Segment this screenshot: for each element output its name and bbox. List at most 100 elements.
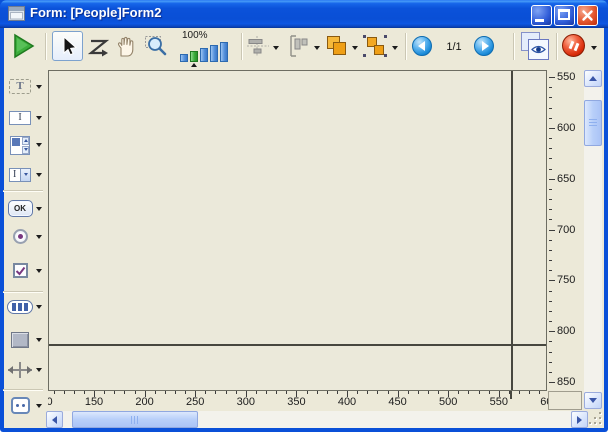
- form-canvas[interactable]: [48, 70, 547, 391]
- plugin-area-tool[interactable]: [5, 396, 42, 415]
- play-icon: [12, 33, 36, 59]
- ruler-tick: [549, 301, 552, 302]
- ruler-tick: [549, 209, 552, 210]
- form-bottom-boundary[interactable]: [49, 344, 546, 346]
- static-text-dropdown-arrow-icon[interactable]: [36, 85, 42, 89]
- color-menu[interactable]: [562, 34, 585, 57]
- red-sphere-icon: [574, 43, 580, 52]
- scroll-down-arrow-icon: [589, 398, 597, 403]
- combo-box-tool[interactable]: I: [5, 167, 42, 182]
- ruler-label: 200: [135, 396, 153, 408]
- next-page-button[interactable]: [474, 36, 494, 56]
- ruler-tick: [256, 391, 257, 394]
- ruler-tick: [74, 391, 75, 394]
- select-tool[interactable]: [52, 31, 83, 61]
- form-right-boundary[interactable]: [511, 71, 513, 390]
- static-text-tool[interactable]: T: [5, 78, 42, 95]
- vertical-scrollbar-thumb[interactable]: [584, 100, 602, 146]
- radio-button-tool[interactable]: [5, 228, 42, 245]
- scroll-down-button[interactable]: [584, 392, 602, 409]
- horizontal-scrollbar-thumb[interactable]: [72, 411, 198, 428]
- list-box-tool[interactable]: [5, 134, 42, 156]
- entry-order-tool[interactable]: [88, 37, 110, 62]
- radio-dropdown-arrow-icon[interactable]: [36, 235, 42, 239]
- splitter-icon: [8, 360, 32, 380]
- group-dropdown-arrow-icon[interactable]: [392, 46, 398, 50]
- ruler-label: 750: [557, 274, 575, 286]
- combo-box-dropdown-arrow-icon[interactable]: [36, 173, 42, 177]
- button-grid-tool[interactable]: [5, 299, 42, 315]
- ruler-tick: [549, 77, 555, 78]
- text-input-tool[interactable]: I: [5, 110, 42, 125]
- boundary-mark: [510, 391, 512, 399]
- color-dropdown-arrow-icon[interactable]: [591, 46, 597, 50]
- group-menu[interactable]: [363, 35, 387, 63]
- button-grid-dropdown-arrow-icon[interactable]: [36, 305, 42, 309]
- window-title: Form: [People]Form2: [30, 5, 161, 20]
- group-objects-icon: [363, 35, 387, 58]
- zoom-bar-icon[interactable]: [220, 42, 228, 62]
- maximize-icon: [558, 9, 570, 20]
- scroll-right-button[interactable]: [571, 411, 588, 428]
- ruler-tick: [549, 250, 552, 251]
- horizontal-scrollbar[interactable]: [46, 411, 588, 428]
- ruler-label: 600: [540, 396, 548, 408]
- zoom-bar-icon[interactable]: [200, 48, 208, 62]
- rectangle-dropdown-arrow-icon[interactable]: [36, 338, 42, 342]
- align-dropdown-arrow-icon[interactable]: [273, 46, 279, 50]
- ruler-tick: [185, 391, 186, 394]
- ruler-tick: [549, 169, 552, 170]
- distribute-dropdown-arrow-icon[interactable]: [314, 46, 320, 50]
- checkbox-tool[interactable]: [5, 262, 42, 279]
- list-box-dropdown-arrow-icon[interactable]: [36, 143, 42, 147]
- push-button-tool[interactable]: OK: [5, 199, 42, 218]
- distribute-menu[interactable]: [288, 34, 310, 63]
- scroll-up-button[interactable]: [584, 70, 602, 87]
- ruler-tick: [549, 230, 555, 231]
- titlebar[interactable]: Form: [People]Form2: [0, 0, 608, 28]
- combo-box-icon: I: [9, 168, 31, 182]
- ruler-tick: [549, 158, 552, 159]
- toolbar-separator: [405, 33, 407, 60]
- input-dropdown-arrow-icon[interactable]: [36, 116, 42, 120]
- ruler-label: 150: [85, 396, 103, 408]
- rectangle-tool[interactable]: [5, 331, 42, 348]
- splitter-tool[interactable]: [5, 359, 42, 380]
- ruler-tick: [549, 138, 552, 139]
- align-menu[interactable]: [247, 36, 269, 61]
- button-dropdown-arrow-icon[interactable]: [36, 207, 42, 211]
- plugin-dropdown-arrow-icon[interactable]: [36, 404, 42, 408]
- ruler-tick: [549, 341, 552, 342]
- button-grid-icon: [7, 300, 33, 314]
- zoom-bar-selected-icon[interactable]: [190, 51, 198, 62]
- ruler-tick: [549, 199, 552, 200]
- resize-grip[interactable]: [590, 411, 604, 428]
- ruler-tick: [549, 97, 552, 98]
- ruler-tick: [549, 118, 552, 119]
- splitter-dropdown-arrow-icon[interactable]: [36, 368, 42, 372]
- minimize-button[interactable]: [531, 5, 552, 26]
- previous-page-button[interactable]: [412, 36, 432, 56]
- move-tool[interactable]: [114, 35, 140, 63]
- ruler-tick: [337, 391, 338, 394]
- ruler-tick: [276, 391, 277, 394]
- run-button[interactable]: [12, 33, 36, 64]
- checkbox-dropdown-arrow-icon[interactable]: [36, 269, 42, 273]
- scroll-left-button[interactable]: [46, 411, 63, 428]
- ruler-tick: [367, 391, 368, 394]
- zoom-tool[interactable]: [144, 33, 172, 65]
- vertical-scrollbar[interactable]: [584, 70, 602, 409]
- ruler-label: 350: [287, 396, 305, 408]
- ruler-tick: [549, 108, 552, 109]
- close-button[interactable]: [577, 5, 598, 26]
- ruler-tick: [549, 270, 552, 271]
- zoom-bar-icon[interactable]: [180, 54, 188, 62]
- layer-menu[interactable]: [324, 34, 348, 64]
- preview-button[interactable]: [520, 31, 550, 61]
- zoom-level-widget[interactable]: [180, 42, 230, 62]
- zoom-bar-icon[interactable]: [210, 45, 218, 62]
- layer-dropdown-arrow-icon[interactable]: [352, 46, 358, 50]
- maximize-button[interactable]: [554, 5, 575, 26]
- zoom-level-label: 100%: [182, 30, 208, 41]
- distribute-icon: [288, 34, 310, 58]
